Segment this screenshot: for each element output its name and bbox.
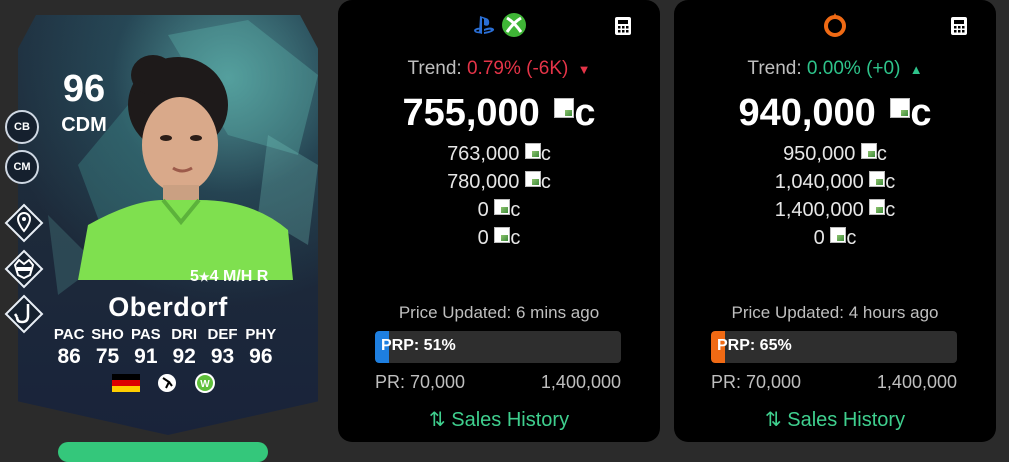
work-rate: M/H R <box>223 268 269 285</box>
svg-text:W: W <box>200 379 210 390</box>
price-range: PR: 70,000 1,400,000 <box>711 372 957 393</box>
price-range-min: PR: 70,000 <box>375 372 466 392</box>
price-row: 1,400,000 c <box>774 199 896 221</box>
price-range-max: 1,400,000 <box>540 372 621 392</box>
platform-icons <box>674 12 996 38</box>
console-price-panel: Trend: 0.79% (-6K) ▼ 755,000 c 763,000 c… <box>338 0 660 442</box>
player-name: Oberdorf <box>108 292 228 322</box>
trend-down-arrow-icon: ▼ <box>577 62 591 77</box>
sort-arrows-icon: ⇅ <box>764 409 782 431</box>
price-row: 0 c <box>477 199 521 221</box>
coin-icon <box>830 227 847 243</box>
coin-icon <box>494 227 511 243</box>
prp-label: PRP: 65% <box>717 337 792 354</box>
sort-arrows-icon: ⇅ <box>428 409 446 431</box>
skills-weakfoot-workrate: 5★4 M/H R <box>190 268 268 286</box>
origin-icon <box>824 13 846 37</box>
player-badges: W <box>112 372 216 394</box>
skill-moves: 5 <box>190 268 199 285</box>
action-button[interactable] <box>58 442 268 462</box>
player-stats: PAC 86 SHO 75 PAS 91 DRI 92 DEF 93 PHY 96 <box>50 326 280 369</box>
calculator-icon[interactable] <box>950 16 968 36</box>
price-row: 763,000 c <box>447 143 551 165</box>
stat-pac: PAC 86 <box>53 326 85 368</box>
lowest-price-value: 940,000 <box>738 92 876 134</box>
lowest-price: 755,000 c <box>338 92 660 135</box>
lowest-price-value: 755,000 <box>402 92 540 134</box>
league-logo <box>158 374 176 392</box>
alt-position-cb: CB <box>5 110 39 144</box>
price-range-max: 1,400,000 <box>876 372 957 392</box>
trend-value: 0.00% (+0) <box>806 58 901 79</box>
playstation-icon <box>473 16 494 34</box>
price-trend: Trend: 0.79% (-6K) ▼ <box>338 58 660 80</box>
price-trend: Trend: 0.00% (+0) ▲ <box>674 58 996 80</box>
price-row: 950,000 c <box>783 143 887 165</box>
sales-history-link[interactable]: ⇅ Sales History <box>674 407 996 432</box>
stat-sho: SHO 75 <box>91 326 124 368</box>
coin-icon: c <box>554 92 596 135</box>
coin-icon <box>860 143 877 159</box>
pc-price-panel: Trend: 0.00% (+0) ▲ 940,000 c 950,000 c … <box>674 0 996 442</box>
trend-label: Trend: <box>407 58 462 79</box>
price-row: 0 c <box>813 227 857 249</box>
prp-label: PRP: 51% <box>381 337 456 354</box>
alt-position-cm: CM <box>5 150 39 184</box>
price-row: 1,040,000 c <box>774 171 896 193</box>
weak-foot: 4 <box>209 268 219 285</box>
stat-pas: PAS 91 <box>130 326 161 368</box>
price-range: PR: 70,000 1,400,000 <box>375 372 621 393</box>
calculator-icon[interactable] <box>614 16 632 36</box>
player-rating: 96 <box>62 68 106 110</box>
stat-dri: DRI 92 <box>171 326 198 368</box>
location-pin-icon <box>4 203 44 243</box>
trend-up-arrow-icon: ▲ <box>909 62 923 77</box>
platform-icons <box>338 12 660 38</box>
wolfsburg-club-logo: W <box>195 373 215 393</box>
coin-icon <box>869 171 886 187</box>
stat-phy: PHY 96 <box>245 326 277 368</box>
player-position: CDM <box>61 114 107 136</box>
price-range-min: PR: 70,000 <box>711 372 802 392</box>
sales-history-link[interactable]: ⇅ Sales History <box>338 407 660 432</box>
coin-icon <box>524 143 541 159</box>
price-updated-text: Price Updated: 4 hours ago <box>731 303 939 322</box>
coin-icon <box>869 199 886 215</box>
star-icon: ★ <box>198 270 210 284</box>
trend-value: 0.79% (-6K) <box>466 58 569 79</box>
coin-icon <box>494 199 511 215</box>
price-row: 780,000 c <box>447 171 551 193</box>
germany-flag <box>112 374 140 392</box>
xbox-icon <box>502 13 527 37</box>
lowest-price: 940,000 c <box>674 92 996 135</box>
coin-icon <box>524 171 541 187</box>
price-row: 0 c <box>477 227 521 249</box>
coin-icon: c <box>890 92 932 135</box>
trend-label: Trend: <box>747 58 802 79</box>
price-updated-text: Price Updated: 6 mins ago <box>398 303 600 322</box>
stat-def: DEF 93 <box>207 326 238 368</box>
prp-progress-bar: PRP: 51% <box>375 331 621 363</box>
prp-progress-bar: PRP: 65% <box>711 331 957 363</box>
raccoon-icon <box>4 249 44 289</box>
